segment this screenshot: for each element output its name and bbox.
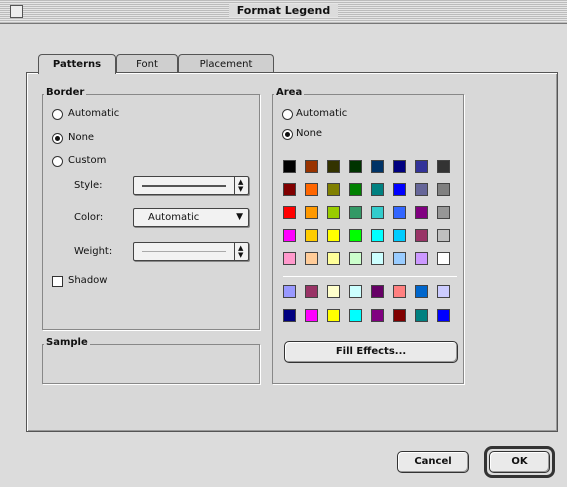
window-title-container: Format Legend — [0, 4, 567, 17]
cancel-button[interactable]: Cancel — [397, 451, 469, 473]
color-swatch[interactable] — [327, 229, 340, 242]
color-swatch[interactable] — [349, 183, 362, 196]
down-arrow-icon: ▼ — [238, 251, 244, 259]
area-none-radio[interactable] — [282, 129, 293, 140]
color-swatch[interactable] — [437, 229, 450, 242]
color-swatch[interactable] — [415, 206, 428, 219]
color-popup[interactable]: Automatic ▼ — [133, 208, 249, 227]
border-none-label[interactable]: None — [68, 132, 94, 143]
color-swatch[interactable] — [349, 229, 362, 242]
color-swatch[interactable] — [437, 252, 450, 265]
color-swatch[interactable] — [305, 160, 318, 173]
color-swatch[interactable] — [393, 206, 406, 219]
tab-patterns[interactable]: Patterns — [38, 54, 116, 74]
area-automatic-radio[interactable] — [282, 109, 293, 120]
palette-divider — [283, 276, 457, 277]
dropdown-arrow-icon: ▼ — [236, 212, 243, 222]
chart-color-swatch[interactable] — [349, 309, 362, 322]
color-swatch[interactable] — [327, 206, 340, 219]
weight-label: Weight: — [74, 246, 113, 257]
border-custom-label[interactable]: Custom — [68, 155, 106, 166]
ok-button[interactable]: OK — [489, 451, 550, 473]
chart-color-swatch[interactable] — [283, 285, 296, 298]
chart-color-swatch[interactable] — [283, 309, 296, 322]
area-group-label: Area — [274, 87, 305, 98]
color-swatch[interactable] — [415, 252, 428, 265]
fill-effects-button[interactable]: Fill Effects... — [284, 341, 458, 363]
color-swatch[interactable] — [371, 229, 384, 242]
color-swatch[interactable] — [327, 183, 340, 196]
color-swatch[interactable] — [437, 206, 450, 219]
color-swatch[interactable] — [371, 252, 384, 265]
color-swatch[interactable] — [283, 229, 296, 242]
tab-font[interactable]: Font — [116, 54, 178, 74]
color-swatch[interactable] — [349, 252, 362, 265]
color-swatch[interactable] — [393, 229, 406, 242]
sample-group — [42, 344, 260, 384]
border-group-label: Border — [44, 87, 87, 98]
border-none-radio[interactable] — [52, 133, 63, 144]
chart-color-swatch[interactable] — [305, 309, 318, 322]
style-stepper[interactable]: ▲ ▼ — [234, 177, 248, 194]
weight-line-sample — [142, 251, 226, 252]
border-custom-radio[interactable] — [52, 156, 63, 167]
sample-group-label: Sample — [44, 337, 90, 348]
shadow-checkbox[interactable] — [52, 276, 63, 287]
color-swatch[interactable] — [393, 252, 406, 265]
color-value: Automatic — [148, 212, 200, 223]
color-swatch[interactable] — [349, 160, 362, 173]
down-arrow-icon: ▼ — [238, 185, 244, 193]
area-none-label[interactable]: None — [296, 128, 322, 139]
chart-color-swatch[interactable] — [415, 285, 428, 298]
color-label: Color: — [74, 212, 104, 223]
weight-stepper[interactable]: ▲ ▼ — [234, 243, 248, 260]
color-swatch[interactable] — [283, 252, 296, 265]
color-swatch[interactable] — [415, 229, 428, 242]
chart-color-swatch[interactable] — [371, 285, 384, 298]
color-swatch[interactable] — [393, 160, 406, 173]
color-swatch[interactable] — [371, 183, 384, 196]
weight-popup[interactable]: ▲ ▼ — [133, 242, 249, 261]
color-swatch[interactable] — [305, 206, 318, 219]
tab-placement[interactable]: Placement — [178, 54, 274, 74]
chart-color-swatch[interactable] — [393, 309, 406, 322]
chart-color-swatch[interactable] — [437, 285, 450, 298]
color-palette — [283, 160, 463, 270]
border-automatic-radio[interactable] — [52, 109, 63, 120]
style-line-sample — [142, 185, 226, 187]
chart-color-swatch[interactable] — [305, 285, 318, 298]
color-swatch[interactable] — [283, 183, 296, 196]
color-swatch[interactable] — [415, 183, 428, 196]
color-swatch[interactable] — [437, 183, 450, 196]
color-swatch[interactable] — [305, 252, 318, 265]
style-label: Style: — [74, 180, 103, 191]
chart-color-swatch[interactable] — [393, 285, 406, 298]
color-swatch[interactable] — [283, 160, 296, 173]
color-swatch[interactable] — [349, 206, 362, 219]
color-swatch[interactable] — [305, 183, 318, 196]
chart-color-swatch[interactable] — [327, 285, 340, 298]
chart-color-swatch[interactable] — [437, 309, 450, 322]
window-title: Format Legend — [228, 4, 339, 17]
area-automatic-label[interactable]: Automatic — [296, 108, 347, 119]
chart-color-swatch[interactable] — [371, 309, 384, 322]
border-automatic-label[interactable]: Automatic — [68, 108, 119, 119]
chart-color-swatch[interactable] — [349, 285, 362, 298]
shadow-label[interactable]: Shadow — [68, 275, 107, 286]
color-swatch[interactable] — [371, 206, 384, 219]
color-swatch[interactable] — [371, 160, 384, 173]
chart-color-swatch[interactable] — [415, 309, 428, 322]
color-swatch[interactable] — [415, 160, 428, 173]
color-swatch[interactable] — [327, 252, 340, 265]
color-swatch[interactable] — [393, 183, 406, 196]
color-swatch[interactable] — [283, 206, 296, 219]
style-popup[interactable]: ▲ ▼ — [133, 176, 249, 195]
color-swatch[interactable] — [327, 160, 340, 173]
chart-color-palette — [283, 285, 463, 325]
color-swatch[interactable] — [437, 160, 450, 173]
chart-color-swatch[interactable] — [327, 309, 340, 322]
color-swatch[interactable] — [305, 229, 318, 242]
